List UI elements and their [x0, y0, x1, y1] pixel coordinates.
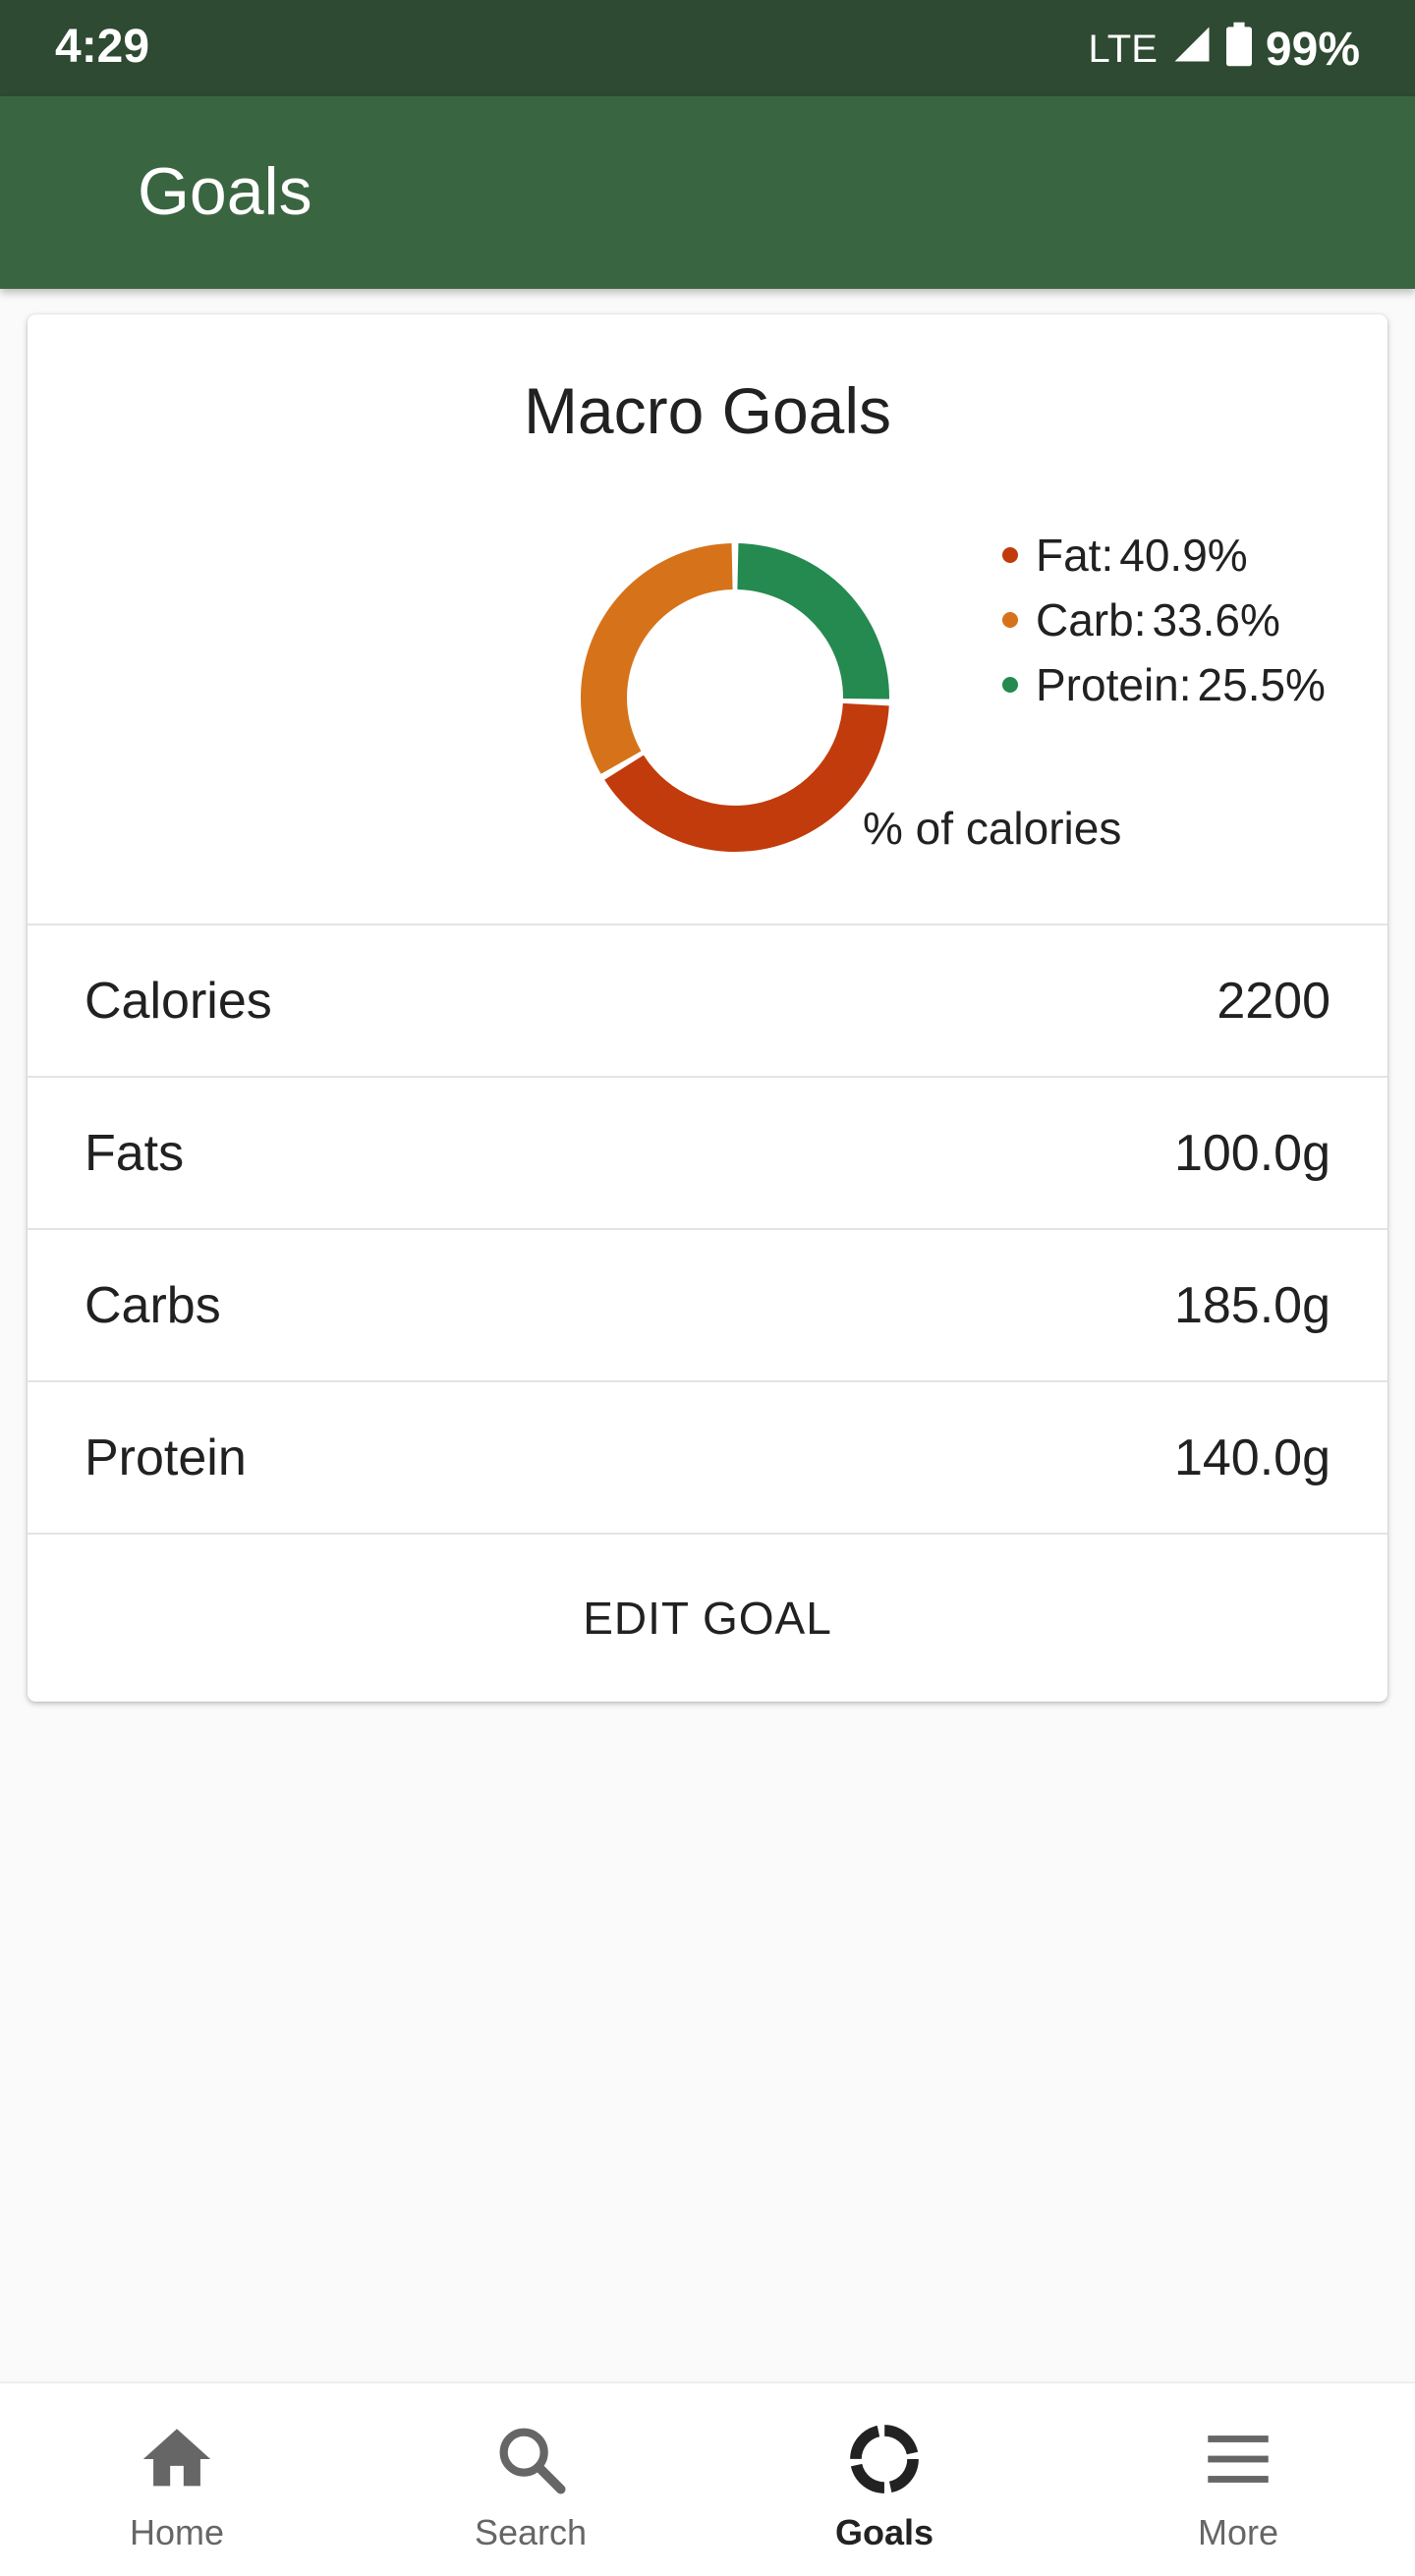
legend-value: 40.9%	[1119, 530, 1248, 581]
chart-legend: Fat: 40.9% Carb: 33.6% Protein: 25.5%	[1002, 523, 1326, 717]
goal-rows: Calories 2200 Fats 100.0g Carbs 185.0g P…	[28, 924, 1387, 1533]
row-label: Protein	[85, 1428, 247, 1486]
legend-dot	[1002, 547, 1018, 563]
battery-percent: 99%	[1265, 23, 1360, 76]
donut-slice-fat	[604, 702, 889, 852]
battery-icon	[1225, 22, 1252, 78]
legend-dot	[1002, 677, 1018, 693]
nav-label: More	[1197, 2512, 1279, 2552]
donut-slice-carb	[581, 543, 733, 774]
legend-label: Carb:	[1036, 594, 1147, 645]
legend-item-protein: Protein: 25.5%	[1002, 652, 1326, 717]
goal-row-carbs: Carbs 185.0g	[28, 1228, 1387, 1380]
signal-icon	[1171, 24, 1213, 76]
nav-label: Goals	[834, 2512, 934, 2552]
donut-slice-protein	[737, 543, 889, 700]
legend-value: 33.6%	[1152, 594, 1280, 645]
app-bar: Goals	[0, 96, 1415, 289]
edit-goal-button[interactable]: EDIT GOAL	[28, 1533, 1387, 1702]
legend-dot	[1002, 612, 1018, 628]
row-value: 140.0g	[1173, 1428, 1330, 1486]
row-label: Carbs	[85, 1276, 221, 1334]
nav-label: Search	[474, 2512, 588, 2552]
nav-label: Home	[129, 2512, 225, 2552]
legend-item-carb: Carb: 33.6%	[1002, 588, 1326, 652]
chart-title: Macro Goals	[523, 374, 892, 447]
nav-item-home[interactable]: Home	[0, 2383, 354, 2576]
page-title: Goals	[138, 154, 312, 229]
macro-goals-card: Macro Goals Fat: 40.9% Carb: 33.6% Prote…	[28, 314, 1387, 1702]
chart-section: Macro Goals Fat: 40.9% Carb: 33.6% Prote…	[28, 314, 1387, 924]
row-label: Calories	[85, 972, 272, 1030]
legend-value: 25.5%	[1197, 659, 1326, 710]
donut-icon	[844, 2419, 925, 2504]
home-icon	[137, 2419, 217, 2504]
nav-item-more[interactable]: More	[1061, 2383, 1415, 2576]
row-label: Fats	[85, 1124, 185, 1182]
chart-caption: % of calories	[863, 803, 1122, 854]
legend-item-fat: Fat: 40.9%	[1002, 523, 1326, 588]
status-bar: 4:29 LTE 99%	[0, 0, 1415, 96]
nav-item-search[interactable]: Search	[354, 2383, 708, 2576]
row-value: 185.0g	[1173, 1276, 1330, 1334]
bottom-nav: Home Search Goals More	[0, 2381, 1415, 2576]
goal-row-protein: Protein 140.0g	[28, 1380, 1387, 1533]
network-type: LTE	[1088, 27, 1158, 71]
status-time: 4:29	[55, 21, 150, 73]
legend-label: Protein:	[1036, 659, 1192, 710]
goal-row-fats: Fats 100.0g	[28, 1076, 1387, 1228]
nav-item-goals[interactable]: Goals	[708, 2383, 1061, 2576]
row-value: 2200	[1217, 972, 1330, 1030]
goal-row-calories: Calories 2200	[28, 924, 1387, 1076]
search-icon	[490, 2419, 571, 2504]
row-value: 100.0g	[1173, 1124, 1330, 1182]
legend-label: Fat:	[1036, 530, 1114, 581]
status-icons: LTE 99%	[1089, 20, 1360, 79]
menu-icon	[1198, 2419, 1278, 2504]
